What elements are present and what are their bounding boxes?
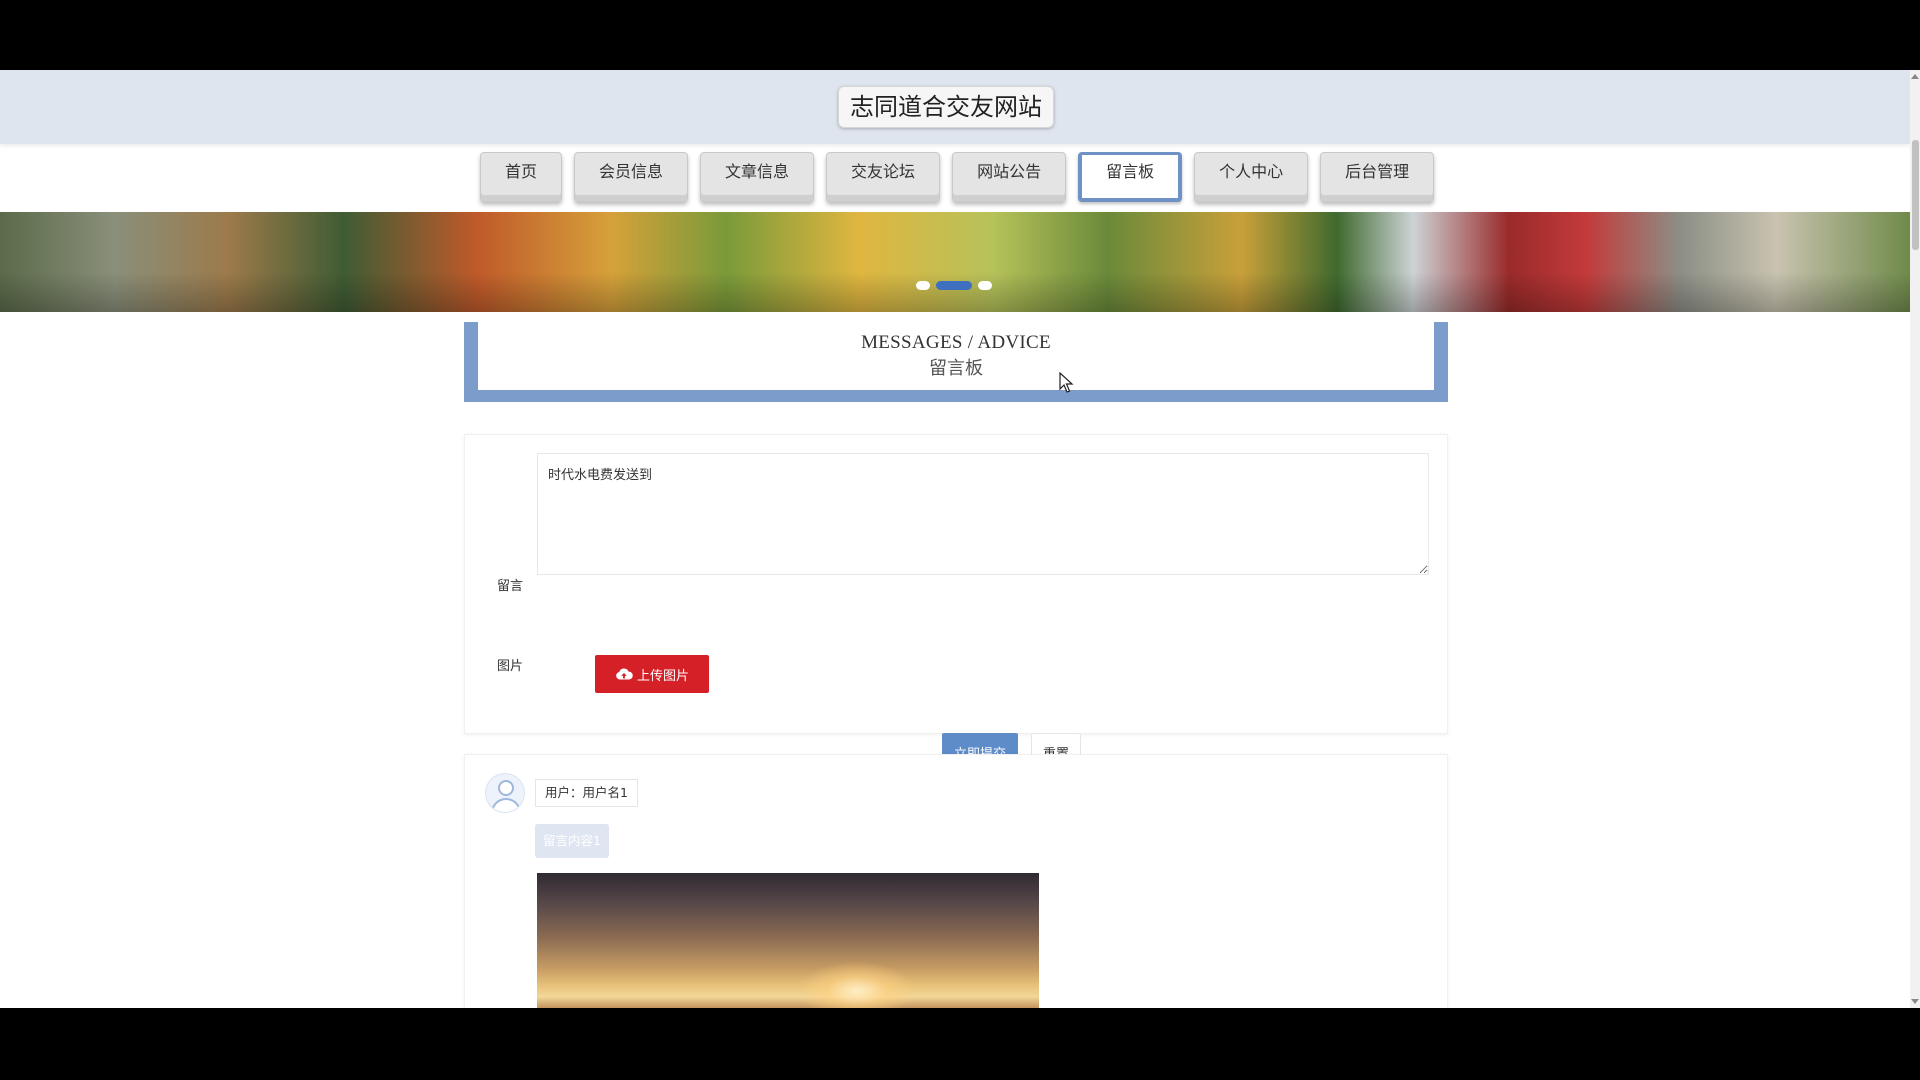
main-nav: 首页 会员信息 文章信息 交友论坛 网站公告 留言板 个人中心 后台管理 [480,152,1435,204]
nav-item-members[interactable]: 会员信息 [574,152,689,202]
carousel-dot-2[interactable] [936,281,972,290]
scroll-down-arrow-icon[interactable] [1911,999,1919,1004]
comment-user: 用户：用户名1 [535,779,638,807]
upload-button-label: 上传图片 [636,668,689,684]
site-header: 志同道合交友网站 [0,70,1910,144]
nav-item-personal-center[interactable]: 个人中心 [1194,152,1309,202]
section-title-en: MESSAGES / ADVICE [861,332,1051,353]
scroll-up-arrow-icon[interactable] [1911,74,1919,79]
nav-item-forum[interactable]: 交友论坛 [826,152,941,202]
nav-item-home[interactable]: 首页 [480,152,563,202]
page-scrollbar[interactable] [1910,70,1920,1008]
browser-viewport: 志同道合交友网站 首页 会员信息 文章信息 交友论坛 网站公告 留言板 个人中心… [0,70,1920,1008]
message-form: 留言 图片 上传图片 立即提交 重置 [464,434,1448,771]
nav-item-message-board[interactable]: 留言板 [1078,152,1183,202]
cloud-upload-icon [616,668,633,680]
carousel-indicators [916,281,992,290]
carousel-dot-3[interactable] [978,281,992,290]
nav-item-admin[interactable]: 后台管理 [1320,152,1435,202]
comment-content: 留言内容1 [535,824,609,858]
photo-sun-glow [797,961,917,1008]
message-label: 留言 [497,579,524,594]
message-textarea[interactable] [537,453,1429,575]
comment-image [537,873,1039,1008]
section-title: MESSAGES / ADVICE 留言板 [464,322,1448,402]
avatar-body [491,798,521,812]
banner-shade [0,272,1910,312]
carousel-dot-1[interactable] [916,281,930,290]
nav-item-articles[interactable]: 文章信息 [700,152,815,202]
upload-image-button[interactable]: 上传图片 [595,655,709,693]
image-label: 图片 [497,659,524,674]
banner-carousel [0,212,1910,312]
user-avatar-icon [485,773,525,813]
scrollbar-thumb[interactable] [1912,140,1919,250]
nav-item-announcements[interactable]: 网站公告 [952,152,1067,202]
section-title-cn: 留言板 [929,358,983,378]
avatar-head [498,780,514,796]
comment-item: 用户：用户名1 留言内容1 [464,754,1448,1008]
site-title: 志同道合交友网站 [838,86,1054,128]
